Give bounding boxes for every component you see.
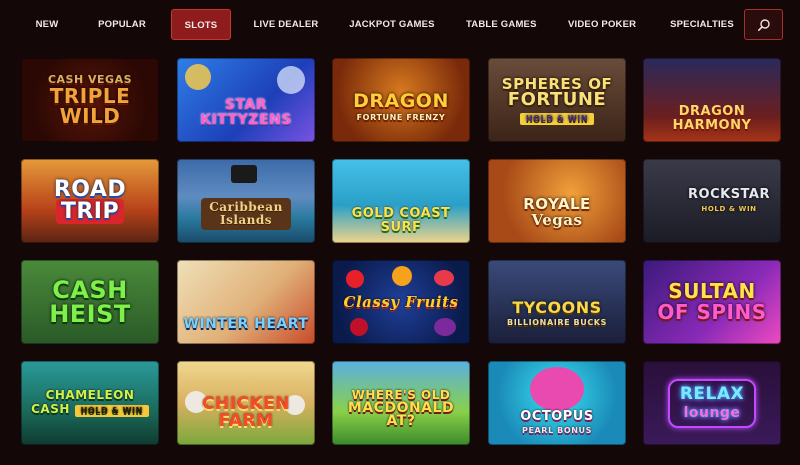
tab-live-dealer[interactable]: LIVE DEALER bbox=[252, 9, 320, 40]
game-title: SPHERES OF FORTUNE HOLD & WIN bbox=[501, 74, 613, 125]
game-title: DRAGON FORTUNE FRENZY bbox=[353, 90, 449, 122]
game-title: WHERE'S OLD MACDONALD AT? bbox=[347, 387, 455, 429]
game-title: DRAGON HARMONY bbox=[672, 104, 752, 133]
game-title: Classy Fruits bbox=[343, 293, 459, 311]
game-tile-star-kittyzens[interactable]: STAR KITTYZENS bbox=[177, 58, 315, 142]
game-title: Caribbean Islands bbox=[201, 198, 291, 230]
game-tile-classy-fruits[interactable]: Classy Fruits bbox=[332, 260, 470, 344]
game-title: RELAX lounge bbox=[667, 378, 757, 428]
game-title: CASH HEIST bbox=[49, 276, 131, 328]
game-tile-cash-vegas-triple-wild[interactable]: CASH VEGAS TRIPLE WILD bbox=[21, 58, 159, 142]
tab-specialties[interactable]: SPECIALTIES bbox=[668, 9, 736, 40]
game-tile-dragon-fortune-frenzy[interactable]: DRAGON FORTUNE FRENZY bbox=[332, 58, 470, 142]
game-tile-caribbean-islands[interactable]: Caribbean Islands bbox=[177, 159, 315, 243]
tab-popular[interactable]: POPULAR bbox=[92, 9, 152, 40]
search-icon bbox=[757, 18, 770, 31]
game-tile-dragon-harmony[interactable]: DRAGON HARMONY bbox=[643, 58, 781, 142]
game-title: TYCOONS BILLIONAIRE BUCKS bbox=[507, 297, 607, 327]
game-tile-cash-heist[interactable]: CASH HEIST bbox=[21, 260, 159, 344]
tab-slots[interactable]: SLOTS bbox=[171, 9, 231, 40]
game-tile-tycoons-billionaire-bucks[interactable]: TYCOONS BILLIONAIRE BUCKS bbox=[488, 260, 626, 344]
game-title: CASH VEGAS TRIPLE WILD bbox=[47, 73, 133, 128]
game-title: OCTOPUS PEARL BONUS bbox=[520, 409, 594, 436]
game-tile-relax-lounge[interactable]: RELAX lounge bbox=[643, 361, 781, 445]
game-tile-road-trip[interactable]: ROAD TRIP bbox=[21, 159, 159, 243]
tab-video-poker[interactable]: VIDEO POKER bbox=[568, 9, 636, 40]
search-button[interactable] bbox=[744, 9, 783, 40]
game-tile-spheres-of-fortune[interactable]: SPHERES OF FORTUNE HOLD & WIN bbox=[488, 58, 626, 142]
game-tile-rockstar[interactable]: ROCKSTAR HOLD & WIN bbox=[643, 159, 781, 243]
tab-jackpot-games[interactable]: JACKPOT GAMES bbox=[348, 9, 436, 40]
game-title: SULTAN OF SPINS bbox=[657, 279, 767, 324]
game-tile-chicken-farm[interactable]: CHICKEN FARM bbox=[177, 361, 315, 445]
category-nav: NEW POPULAR SLOTS LIVE DEALER JACKPOT GA… bbox=[0, 0, 800, 50]
game-title: ROAD TRIP bbox=[53, 177, 127, 224]
game-title: ROCKSTAR HOLD & WIN bbox=[688, 187, 770, 214]
game-tile-gold-coast-surf[interactable]: GOLD COAST SURF bbox=[332, 159, 470, 243]
game-tile-chameleon-cash[interactable]: CHAMELEON CASH HOLD & WIN bbox=[21, 361, 159, 445]
game-tile-wheres-old-macdonald-at[interactable]: WHERE'S OLD MACDONALD AT? bbox=[332, 361, 470, 445]
game-title: STAR KITTYZENS bbox=[200, 97, 292, 128]
game-title: WINTER HEART bbox=[183, 315, 309, 332]
game-title: CHICKEN FARM bbox=[201, 394, 291, 431]
game-tile-royale-vegas[interactable]: ROYALE Vegas bbox=[488, 159, 626, 243]
game-tile-sultan-of-spins[interactable]: SULTAN OF SPINS bbox=[643, 260, 781, 344]
game-title: ROYALE Vegas bbox=[523, 195, 591, 229]
game-tile-winter-heart[interactable]: WINTER HEART bbox=[177, 260, 315, 344]
tab-table-games[interactable]: TABLE GAMES bbox=[466, 9, 536, 40]
game-title: CHAMELEON CASH HOLD & WIN bbox=[21, 389, 159, 417]
tab-new[interactable]: NEW bbox=[26, 9, 68, 40]
game-tile-octopus-pearl-bonus[interactable]: OCTOPUS PEARL BONUS bbox=[488, 361, 626, 445]
game-title: GOLD COAST SURF bbox=[351, 206, 451, 235]
